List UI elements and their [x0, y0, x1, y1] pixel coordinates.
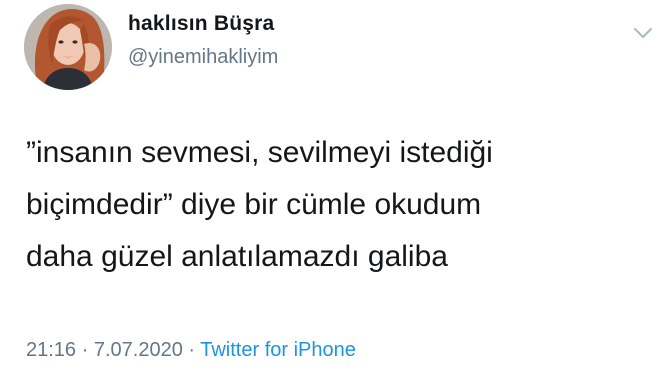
meta-separator: ·	[182, 339, 201, 361]
meta-separator: ·	[76, 339, 94, 361]
avatar-photo	[24, 4, 112, 90]
tweet-text: ”insanın sevmesi, sevilmeyi istediği biç…	[26, 136, 493, 273]
tweet-card: haklısın Büşra @yinemihakliyim ”insanın …	[0, 0, 672, 378]
tweet-time[interactable]: 21:16	[26, 339, 76, 361]
tweet-metadata: 21:16 · 7.07.2020 · Twitter for iPhone	[26, 339, 356, 362]
avatar[interactable]	[24, 4, 112, 90]
tweet-date[interactable]: 7.07.2020	[94, 339, 183, 361]
chevron-down-icon[interactable]	[628, 18, 658, 48]
display-name[interactable]: haklısın Büşra	[128, 12, 274, 36]
tweet-source-link[interactable]: Twitter for iPhone	[200, 339, 356, 361]
user-handle[interactable]: @yinemihakliyim	[128, 46, 278, 69]
